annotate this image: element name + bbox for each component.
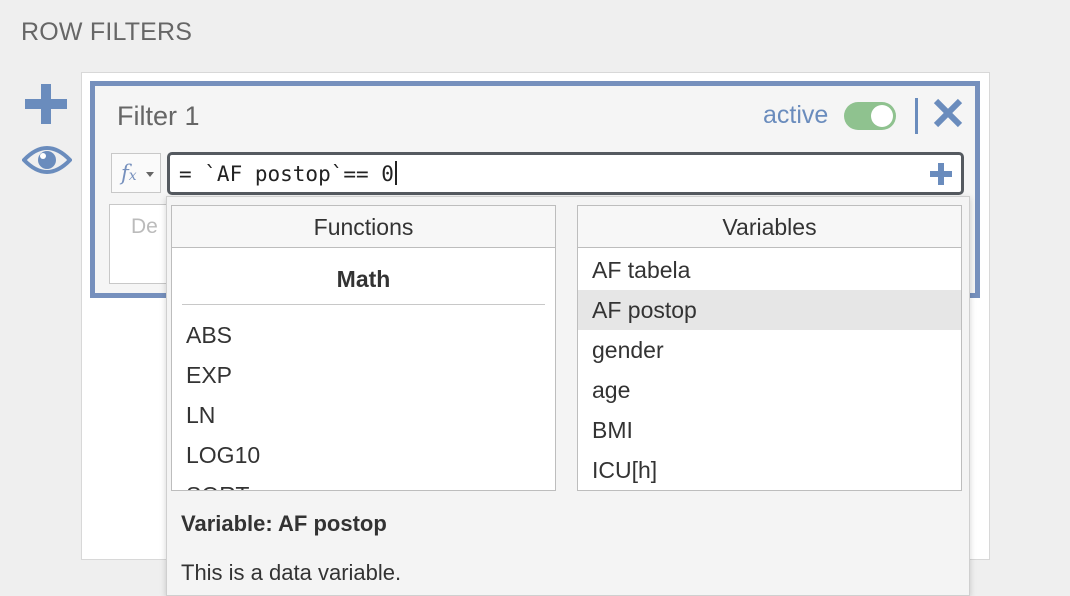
plus-icon [930, 163, 952, 185]
expression-input[interactable]: = `AF postop`== 0 [167, 152, 964, 195]
toggle-knob [871, 105, 893, 127]
functions-panel: Functions Math ABS EXP LN LOG10 SQRT [171, 205, 556, 491]
add-filter-button[interactable] [25, 84, 67, 124]
variable-item[interactable]: gender [578, 330, 961, 370]
remove-filter-button[interactable] [931, 96, 965, 130]
function-item[interactable]: LOG10 [172, 435, 555, 475]
caret-down-icon [146, 172, 154, 177]
variables-header: Variables [578, 206, 961, 248]
function-item[interactable]: LN [172, 395, 555, 435]
expression-helper-popup: Functions Math ABS EXP LN LOG10 SQRT Var… [166, 196, 970, 596]
function-item[interactable]: ABS [172, 315, 555, 355]
variables-list: AF tabela AF postop gender age BMI ICU[h… [578, 250, 961, 490]
plus-icon [25, 84, 67, 124]
variable-item-selected[interactable]: AF postop [578, 290, 961, 330]
active-label: active [763, 101, 829, 129]
variable-item[interactable]: AF tabela [578, 250, 961, 290]
fx-icon: fx [121, 161, 137, 185]
active-toggle[interactable] [844, 102, 896, 130]
expression-text: = `AF postop`== 0 [179, 162, 394, 186]
insert-button[interactable] [930, 163, 952, 185]
variable-item[interactable]: ICU[h] [578, 450, 961, 490]
eye-icon [21, 146, 73, 174]
preview-filter-button[interactable] [21, 142, 73, 178]
close-icon [933, 98, 963, 128]
info-title: Variable: AF postop [181, 511, 387, 536]
text-cursor [394, 161, 397, 185]
function-menu-button[interactable]: fx [111, 153, 161, 193]
variable-item[interactable]: age [578, 370, 961, 410]
functions-list: ABS EXP LN LOG10 SQRT [172, 315, 555, 490]
function-item[interactable]: SQRT [172, 475, 555, 490]
section-title: ROW FILTERS [21, 18, 193, 46]
description-placeholder: De [131, 215, 158, 238]
divider [915, 98, 918, 134]
function-item[interactable]: EXP [172, 355, 555, 395]
functions-header: Functions [172, 206, 555, 248]
math-group-header: Math [182, 266, 545, 305]
variables-panel: Variables AF tabela AF postop gender age… [577, 205, 962, 491]
filter-title: Filter 1 [117, 101, 200, 131]
variable-item[interactable]: BMI [578, 410, 961, 450]
info-text: This is a data variable. [181, 560, 402, 585]
